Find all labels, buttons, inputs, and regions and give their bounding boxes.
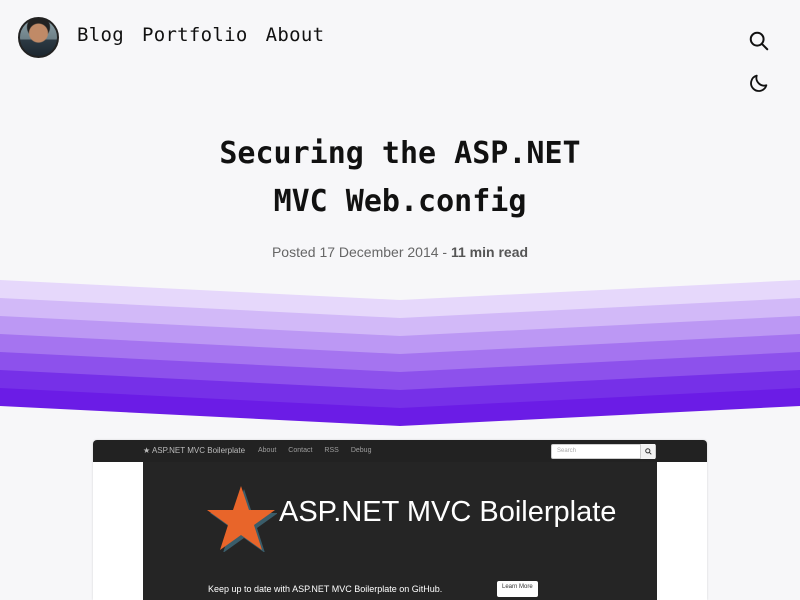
post-screenshot: ★ ASP.NET MVC Boilerplate About Contact … <box>93 440 707 600</box>
screenshot-learn-more-button: Learn More <box>497 581 538 597</box>
search-icon <box>749 31 769 51</box>
screenshot-brand: ★ ASP.NET MVC Boilerplate <box>143 446 246 455</box>
screenshot-hero-title: ASP.NET MVC Boilerplate <box>279 496 617 528</box>
screenshot-navbar: ★ ASP.NET MVC Boilerplate About Contact … <box>93 440 707 462</box>
site-header: Blog Portfolio About <box>0 0 800 92</box>
screenshot-search-icon <box>640 444 655 459</box>
meta-separator: - <box>442 244 448 260</box>
screenshot-search: Search <box>551 444 656 459</box>
theme-toggle-button[interactable] <box>747 71 771 95</box>
screenshot-hero-subtitle: Keep up to date with ASP.NET MVC Boilerp… <box>208 584 443 594</box>
nav-about-link[interactable]: About <box>266 24 325 46</box>
nav-portfolio-link[interactable]: Portfolio <box>142 24 248 46</box>
page-title: Securing the ASP.NET MVC Web.config <box>150 130 650 226</box>
screenshot-link-debug: Debug <box>350 447 372 454</box>
star-logo-icon <box>207 486 277 552</box>
screenshot-hero: ASP.NET MVC Boilerplate <box>143 462 657 600</box>
post-meta: Posted 17 December 2014 - 11 min read <box>0 244 800 260</box>
screenshot-link-rss: RSS <box>324 447 339 454</box>
post-date: 17 December 2014 <box>319 244 439 260</box>
screenshot-links: About Contact RSS Debug <box>258 447 371 454</box>
screenshot-search-placeholder: Search <box>557 448 577 454</box>
decorative-wave <box>0 280 800 428</box>
moon-icon <box>750 74 768 92</box>
posted-label: Posted <box>271 244 316 260</box>
main-nav: Blog Portfolio About <box>77 24 324 46</box>
nav-blog-link[interactable]: Blog <box>77 24 124 46</box>
screenshot-link-contact: Contact <box>288 447 313 454</box>
screenshot-link-about: About <box>258 447 277 454</box>
page-title-line1: Securing the ASP.NET <box>219 136 581 171</box>
avatar[interactable] <box>18 17 59 58</box>
page-title-line2: MVC Web.config <box>273 184 527 219</box>
read-time: 11 min read <box>450 244 529 260</box>
search-button[interactable] <box>747 29 771 53</box>
